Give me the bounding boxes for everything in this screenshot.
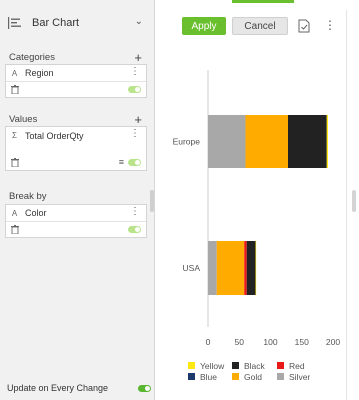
legend-label-red: Red [289, 361, 305, 371]
breakby-footer [6, 222, 146, 237]
kebab-menu-icon[interactable]: ⋮ [130, 67, 140, 77]
cancel-button[interactable]: Cancel [232, 17, 288, 35]
breakby-field-label: Color [25, 208, 47, 218]
bar-chart-icon [8, 16, 21, 29]
breakby-title: Break by [9, 191, 47, 202]
value-field[interactable]: Σ Total OrderQty ⋮ [6, 127, 146, 155]
panel-resize-handle[interactable] [150, 190, 154, 212]
update-label: Update on Every Change [7, 383, 109, 393]
category-label: USA [183, 263, 201, 273]
value-field-label: Total OrderQty [25, 131, 84, 141]
update-toggle[interactable] [138, 385, 151, 392]
legend-label-yellow: Yellow [200, 361, 225, 371]
chart-type-label: Bar Chart [32, 16, 80, 29]
bar-segment-gold [245, 115, 288, 168]
legend-swatch-yellow [188, 362, 195, 369]
document-check-icon[interactable] [298, 19, 310, 33]
legend-swatch-red [277, 362, 284, 369]
categories-box: A Region ⋮ [5, 64, 147, 98]
x-tick-label: 0 [206, 337, 211, 347]
legend-label-gold: Gold [244, 372, 262, 382]
format-icon[interactable]: ≡ [119, 157, 124, 167]
x-tick-label: 100 [263, 337, 277, 347]
kebab-menu-icon[interactable]: ⋮ [130, 207, 140, 217]
kebab-menu-icon[interactable]: ⋮ [130, 129, 140, 139]
values-title: Values [9, 114, 38, 125]
categories-toggle[interactable] [128, 86, 141, 93]
text-type-icon: A [11, 68, 18, 78]
breakby-field[interactable]: A Color ⋮ [6, 205, 146, 222]
add-value-button[interactable]: + [134, 113, 142, 126]
x-tick-label: 50 [235, 337, 245, 347]
breakby-box: A Color ⋮ [5, 204, 147, 238]
settings-panel: Bar Chart ⌄ Categories + A Region ⋮ Valu… [0, 0, 155, 400]
bar-segment-silver [208, 241, 217, 295]
category-field[interactable]: A Region ⋮ [6, 65, 146, 82]
category-field-label: Region [25, 68, 54, 78]
bar-segment-yellow [326, 115, 328, 168]
category-label: Europe [173, 137, 201, 147]
bar-segment-silver [208, 115, 246, 168]
chart-area-border [346, 10, 347, 400]
trash-icon[interactable] [11, 225, 19, 234]
bar-segment-black [288, 115, 327, 168]
bar-segment-gold [216, 241, 245, 295]
legend-label-blue: Blue [200, 372, 217, 382]
legend-swatch-gold [232, 373, 239, 380]
text-type-icon: A [11, 208, 18, 218]
apply-button[interactable]: Apply [182, 17, 226, 35]
x-tick-label: 200 [326, 337, 340, 347]
bar-segment-red [244, 241, 247, 295]
categories-title: Categories [9, 52, 55, 63]
bar-chart: Europe USA 0 50 100 150 200 Yellow Black Red Blue G… [173, 70, 340, 382]
bar-segment-yellow [255, 241, 257, 295]
sigma-icon: Σ [12, 131, 17, 140]
x-tick-label: 150 [295, 337, 309, 347]
chevron-down-icon[interactable]: ⌄ [135, 16, 143, 27]
breakby-toggle[interactable] [128, 226, 141, 233]
legend-swatch-blue [188, 373, 195, 380]
legend-label-black: Black [244, 361, 266, 371]
trash-icon[interactable] [11, 158, 19, 167]
right-resize-handle[interactable] [352, 190, 356, 212]
bar-segment-black [246, 241, 256, 295]
trash-icon[interactable] [11, 85, 19, 94]
app-root: Bar Chart ⌄ Categories + A Region ⋮ Valu… [0, 0, 359, 400]
values-box: Σ Total OrderQty ⋮ ≡ [5, 126, 147, 171]
chart-type-selector[interactable]: Bar Chart ⌄ [0, 0, 155, 45]
legend-label-silver: Silver [289, 372, 310, 382]
categories-footer [6, 82, 146, 97]
active-tab-indicator [232, 0, 294, 3]
legend-swatch-silver [277, 373, 284, 380]
legend-swatch-black [232, 362, 239, 369]
values-toggle[interactable] [128, 159, 141, 166]
add-category-button[interactable]: + [134, 51, 142, 64]
more-options-icon[interactable]: ⋮ [324, 18, 336, 32]
values-footer: ≡ [6, 155, 146, 170]
